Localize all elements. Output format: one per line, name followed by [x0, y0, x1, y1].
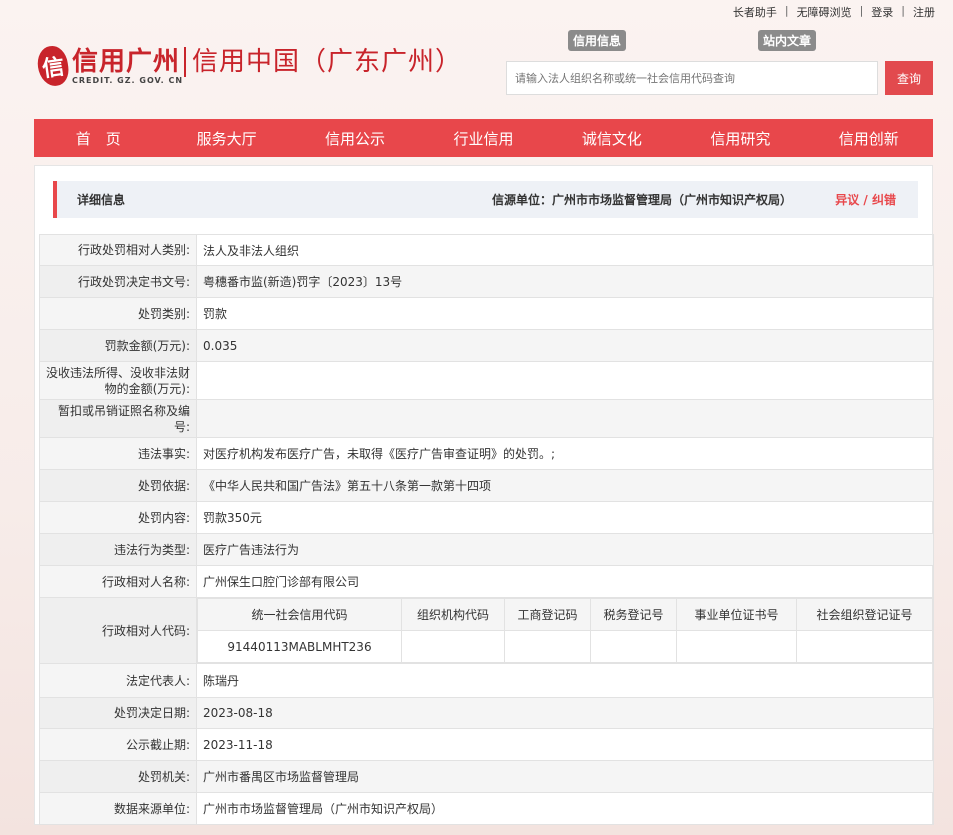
codes-table: 统一社会信用代码 组织机构代码 工商登记码 税务登记号 事业单位证书号 社会组织…	[197, 598, 933, 663]
row-value: 粤穗番市监(新造)罚字〔2023〕13号	[196, 265, 934, 298]
nav-credit-innovation[interactable]: 信用创新	[805, 119, 933, 157]
table-row: 违法行为类型: 医疗广告违法行为	[39, 533, 934, 566]
tab-credit-info[interactable]: 信用信息	[568, 30, 627, 51]
codes-header: 统一社会信用代码	[197, 598, 402, 631]
row-label: 行政处罚相对人类别:	[39, 234, 197, 266]
codes-cell: 统一社会信用代码 组织机构代码 工商登记码 税务登记号 事业单位证书号 社会组织…	[196, 597, 934, 664]
logo-main-text: 信用广州	[72, 47, 181, 77]
codes-value	[504, 630, 591, 663]
codes-header: 社会组织登记证号	[796, 598, 933, 631]
source-unit: 信源单位：广州市市场监督管理局（广州市知识产权局）	[491, 193, 792, 207]
table-row: 罚款金额(万元): 0.035	[39, 329, 934, 362]
register-link[interactable]: 注册	[913, 4, 935, 20]
row-label: 法定代表人:	[39, 663, 197, 698]
row-label: 处罚依据:	[39, 469, 197, 502]
row-value	[196, 399, 934, 438]
table-row: 没收违法所得、没收非法财物的金额(万元):	[39, 361, 934, 400]
row-value: 医疗广告违法行为	[196, 533, 934, 566]
row-label: 暂扣或吊销证照名称及编号:	[39, 399, 197, 438]
table-row: 行政相对人代码: 统一社会信用代码 组织机构代码 工商登记码 税务登记号 事业单…	[39, 597, 934, 664]
nav-home[interactable]: 首 页	[34, 119, 162, 157]
row-value: 0.035	[196, 329, 934, 362]
table-row: 违法事实: 对医疗机构发布医疗广告，未取得《医疗广告审查证明》的处罚。;	[39, 437, 934, 470]
nav-service-hall[interactable]: 服务大厅	[162, 119, 290, 157]
row-value: 广州市市场监督管理局（广州市知识产权局）	[196, 792, 934, 825]
table-row: 数据来源单位: 广州市市场监督管理局（广州市知识产权局）	[39, 792, 934, 825]
codes-value	[401, 630, 505, 663]
table-row: 处罚类别: 罚款	[39, 297, 934, 330]
nav-industry-credit[interactable]: 行业信用	[419, 119, 547, 157]
row-label: 数据来源单位:	[39, 792, 197, 825]
row-value: 罚款	[196, 297, 934, 330]
codes-header: 税务登记号	[590, 598, 677, 631]
codes-header-row: 统一社会信用代码 组织机构代码 工商登记码 税务登记号 事业单位证书号 社会组织…	[197, 598, 933, 631]
objection-link[interactable]: 异议 / 纠错	[835, 191, 896, 208]
nav-credit-publicity[interactable]: 信用公示	[291, 119, 419, 157]
table-row: 暂扣或吊销证照名称及编号:	[39, 399, 934, 438]
codes-header: 组织机构代码	[401, 598, 505, 631]
row-value: 2023-11-18	[196, 728, 934, 761]
row-label: 没收违法所得、没收非法财物的金额(万元):	[39, 361, 197, 400]
table-row: 处罚决定日期: 2023-08-18	[39, 697, 934, 729]
table-row: 行政处罚决定书文号: 粤穗番市监(新造)罚字〔2023〕13号	[39, 265, 934, 298]
row-label: 处罚机关:	[39, 760, 197, 793]
codes-value: 91440113MABLMHT236	[197, 630, 402, 663]
row-label: 处罚决定日期:	[39, 697, 197, 729]
logo-sub-text: 信用中国（广东广州）	[184, 47, 463, 77]
codes-header: 事业单位证书号	[676, 598, 797, 631]
row-value: 《中华人民共和国广告法》第五十八条第一款第十四项	[196, 469, 934, 502]
table-row: 法定代表人: 陈瑞丹	[39, 663, 934, 698]
login-link[interactable]: 登录	[871, 4, 893, 20]
search-input[interactable]	[507, 62, 877, 94]
table-row: 公示截止期: 2023-11-18	[39, 728, 934, 761]
row-label: 处罚内容:	[39, 501, 197, 534]
row-label: 公示截止期:	[39, 728, 197, 761]
row-value: 广州市番禺区市场监督管理局	[196, 760, 934, 793]
row-value: 广州保生口腔门诊部有限公司	[196, 565, 934, 598]
row-label: 违法行为类型:	[39, 533, 197, 566]
site-logo[interactable]: 信 信用广州 信用中国（广东广州） CREDIT. GZ. GOV. CN	[35, 44, 463, 88]
row-value: 陈瑞丹	[196, 663, 934, 698]
top-links: 长者助手 | 无障碍浏览 | 登录 | 注册	[732, 4, 935, 20]
codes-value	[590, 630, 677, 663]
search-button[interactable]: 查询	[885, 61, 933, 95]
elder-assistant-link[interactable]: 长者助手	[733, 4, 777, 20]
table-row: 行政相对人名称: 广州保生口腔门诊部有限公司	[39, 565, 934, 598]
row-value: 对医疗机构发布医疗广告，未取得《医疗广告审查证明》的处罚。;	[196, 437, 934, 470]
row-label: 处罚类别:	[39, 297, 197, 330]
row-value: 罚款350元	[196, 501, 934, 534]
codes-value	[796, 630, 933, 663]
row-label: 行政相对人代码:	[39, 597, 197, 664]
tab-site-articles[interactable]: 站内文章	[758, 30, 817, 51]
codes-value	[676, 630, 797, 663]
row-label: 违法事实:	[39, 437, 197, 470]
row-label: 行政相对人名称:	[39, 565, 197, 598]
detail-table: 行政处罚相对人类别: 法人及非法人组织 行政处罚决定书文号: 粤穗番市监(新造)…	[39, 234, 934, 825]
accessibility-link[interactable]: 无障碍浏览	[797, 4, 852, 20]
row-value: 法人及非法人组织	[196, 234, 934, 266]
row-value	[196, 361, 934, 400]
table-row: 处罚依据: 《中华人民共和国广告法》第五十八条第一款第十四项	[39, 469, 934, 502]
row-label: 罚款金额(万元):	[39, 329, 197, 362]
table-row: 处罚内容: 罚款350元	[39, 501, 934, 534]
search-box	[506, 61, 878, 95]
codes-value-row: 91440113MABLMHT236	[197, 630, 933, 663]
detail-title: 详细信息	[77, 193, 126, 207]
logo-mark-icon: 信	[35, 44, 71, 88]
table-row: 处罚机关: 广州市番禺区市场监督管理局	[39, 760, 934, 793]
row-value: 2023-08-18	[196, 697, 934, 729]
detail-header: 详细信息 信源单位：广州市市场监督管理局（广州市知识产权局） 异议 / 纠错	[53, 181, 918, 218]
search-tabs: 信用信息 站内文章	[568, 30, 828, 51]
nav-integrity-culture[interactable]: 诚信文化	[548, 119, 676, 157]
table-row: 行政处罚相对人类别: 法人及非法人组织	[39, 234, 934, 266]
row-label: 行政处罚决定书文号:	[39, 265, 197, 298]
codes-header: 工商登记码	[504, 598, 591, 631]
main-nav: 首 页 服务大厅 信用公示 行业信用 诚信文化 信用研究 信用创新	[34, 119, 933, 157]
nav-credit-research[interactable]: 信用研究	[676, 119, 804, 157]
detail-panel: 详细信息 信源单位：广州市市场监督管理局（广州市知识产权局） 异议 / 纠错 行…	[34, 165, 934, 825]
